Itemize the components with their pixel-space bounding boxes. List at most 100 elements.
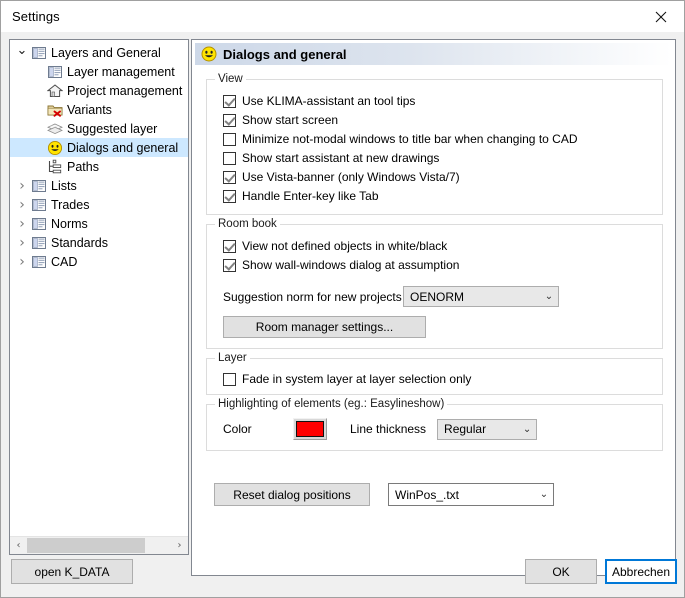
line-thickness-value: Regular xyxy=(444,422,487,436)
dialog-footer: open K_DATA OK Abbrechen xyxy=(1,545,684,597)
chevron-down-icon: ⌄ xyxy=(522,423,532,435)
reset-dialog-positions-button[interactable]: Reset dialog positions xyxy=(214,483,370,506)
sidebar-item-suggested-layer[interactable]: Suggested layer xyxy=(10,119,188,138)
layer-checkbox-list: Fade in system layer at layer selection … xyxy=(215,370,654,388)
panel-title: Dialogs and general xyxy=(223,46,347,62)
group-room-book-legend: Room book xyxy=(215,218,280,230)
checkbox-label: Use KLIMA-assistant an tool tips xyxy=(242,94,416,108)
sidebar-item-label: Standards xyxy=(51,235,108,250)
window-icon xyxy=(30,215,47,232)
group-layer: Layer Fade in system layer at layer sele… xyxy=(206,352,663,395)
checkbox-row[interactable]: Handle Enter-key like Tab xyxy=(223,187,654,205)
sidebar-item-layers-and-general[interactable]: ⌄ Layers and General xyxy=(10,43,188,62)
checkbox-label: Use Vista-banner (only Windows Vista/7) xyxy=(242,170,460,184)
window-icon xyxy=(30,196,47,213)
dialog-body: ⌄ Layers and General Layer management Proje… xyxy=(1,33,684,597)
layer-window-icon xyxy=(46,63,63,80)
window-icon xyxy=(30,177,47,194)
highlighting-row: Color Line thickness Regular ⌄ xyxy=(223,418,654,440)
chevron-down-icon: ⌄ xyxy=(539,489,549,500)
winpos-file-combo[interactable]: WinPos_.txt ⌄ xyxy=(388,483,554,506)
checkbox-checked-icon[interactable] xyxy=(223,258,236,272)
sidebar-item-layer-management[interactable]: Layer management xyxy=(10,62,188,81)
checkbox-checked-icon[interactable] xyxy=(223,189,236,203)
group-layer-legend: Layer xyxy=(215,352,250,364)
room-manager-row: Room manager settings... xyxy=(223,316,654,338)
color-label: Color xyxy=(223,422,252,436)
sidebar-item-label: Dialogs and general xyxy=(67,140,179,155)
checkbox-unchecked-icon[interactable] xyxy=(223,151,236,165)
checkbox-row[interactable]: Minimize not-modal windows to title bar … xyxy=(223,130,654,148)
sidebar-item-norms[interactable]: › Norms xyxy=(10,214,188,233)
checkbox-label: Show wall-windows dialog at assumption xyxy=(242,258,460,272)
chevron-down-icon[interactable]: ⌄ xyxy=(14,43,30,58)
chevron-right-icon[interactable]: › xyxy=(14,197,30,213)
checkbox-checked-icon[interactable] xyxy=(223,94,236,108)
suggestion-norm-combo[interactable]: OENORM ⌄ xyxy=(403,286,559,307)
sidebar-item-lists[interactable]: › Lists xyxy=(10,176,188,195)
cancel-button[interactable]: Abbrechen xyxy=(605,559,677,584)
checkbox-unchecked-icon[interactable] xyxy=(223,372,236,386)
view-checkbox-list: Use KLIMA-assistant an tool tips Show sta… xyxy=(215,92,654,205)
sidebar-item-variants[interactable]: Variants xyxy=(10,100,188,119)
open-kdata-button[interactable]: open K_DATA xyxy=(11,559,133,584)
sidebar-item-label: Layers and General xyxy=(51,45,161,60)
line-thickness-label: Line thickness xyxy=(350,422,427,436)
checkbox-row[interactable]: Fade in system layer at layer selection … xyxy=(223,370,654,388)
checkbox-label: Show start screen xyxy=(242,113,339,127)
window-icon xyxy=(30,44,47,61)
checkbox-label: Show start assistant at new drawings xyxy=(242,151,440,165)
sidebar-item-label: Variants xyxy=(67,102,112,117)
line-thickness-combo[interactable]: Regular ⌄ xyxy=(437,418,538,440)
group-room-book: Room book View not defined objects in wh… xyxy=(206,218,663,349)
sidebar-item-label: Paths xyxy=(67,159,99,174)
checkbox-checked-icon[interactable] xyxy=(223,113,236,127)
sidebar-item-label: Norms xyxy=(51,216,88,231)
color-swatch xyxy=(296,421,324,437)
sidebar-item-paths[interactable]: Paths xyxy=(10,157,188,176)
suggestion-norm-row: Suggestion norm for new projects OENORM … xyxy=(223,286,654,307)
sidebar-item-dialogs-and-general[interactable]: Dialogs and general xyxy=(10,138,188,157)
checkbox-checked-icon[interactable] xyxy=(223,239,236,253)
sidebar-item-label: CAD xyxy=(51,254,78,269)
room-manager-settings-button[interactable]: Room manager settings... xyxy=(223,316,426,338)
chevron-down-icon: ⌄ xyxy=(544,291,554,302)
smiley-icon xyxy=(200,45,218,63)
window-title: Settings xyxy=(12,9,60,24)
checkbox-unchecked-icon[interactable] xyxy=(223,132,236,146)
checkbox-row[interactable]: Use KLIMA-assistant an tool tips xyxy=(223,92,654,110)
close-x-icon[interactable] xyxy=(638,1,684,32)
stacked-layers-icon xyxy=(46,120,63,137)
sidebar-item-label: Suggested layer xyxy=(67,121,158,136)
group-view-legend: View xyxy=(215,73,246,85)
checkbox-row[interactable]: Show start assistant at new drawings xyxy=(223,149,654,167)
group-view: View Use KLIMA-assistant an tool tips Sho… xyxy=(206,73,663,215)
suggestion-norm-label: Suggestion norm for new projects xyxy=(223,289,402,304)
chevron-right-icon[interactable]: › xyxy=(14,178,30,194)
title-bar: Settings xyxy=(1,1,684,33)
sidebar-item-label: Lists xyxy=(51,178,77,193)
chevron-right-icon[interactable]: › xyxy=(14,235,30,251)
checkbox-row[interactable]: Use Vista-banner (only Windows Vista/7) xyxy=(223,168,654,186)
ok-button[interactable]: OK xyxy=(525,559,597,584)
checkbox-row[interactable]: Show start screen xyxy=(223,111,654,129)
settings-tree[interactable]: ⌄ Layers and General Layer management Proje… xyxy=(10,40,188,536)
checkbox-row[interactable]: Show wall-windows dialog at assumption xyxy=(223,256,654,274)
sidebar-item-cad[interactable]: › CAD xyxy=(10,252,188,271)
house-icon xyxy=(46,82,63,99)
sidebar-item-trades[interactable]: › Trades xyxy=(10,195,188,214)
checkbox-checked-icon[interactable] xyxy=(223,170,236,184)
checkbox-label: Fade in system layer at layer selection … xyxy=(242,372,472,386)
chevron-right-icon[interactable]: › xyxy=(14,216,30,232)
settings-tree-panel: ⌄ Layers and General Layer management Proje… xyxy=(9,39,189,555)
checkbox-row[interactable]: View not defined objects in white/black xyxy=(223,237,654,255)
group-highlighting-legend: Highlighting of elements (eg.: Easylines… xyxy=(215,398,448,410)
window-icon xyxy=(30,253,47,270)
sidebar-item-project-management[interactable]: Project management xyxy=(10,81,188,100)
settings-detail-panel: Dialogs and general View Use KLIMA-assis… xyxy=(191,39,676,576)
settings-dialog-window: Settings ⌄ Layers and General Layer manage… xyxy=(0,0,685,598)
chevron-right-icon[interactable]: › xyxy=(14,254,30,270)
checkbox-label: Minimize not-modal windows to title bar … xyxy=(242,132,578,146)
color-swatch-button[interactable] xyxy=(293,418,327,440)
sidebar-item-standards[interactable]: › Standards xyxy=(10,233,188,252)
